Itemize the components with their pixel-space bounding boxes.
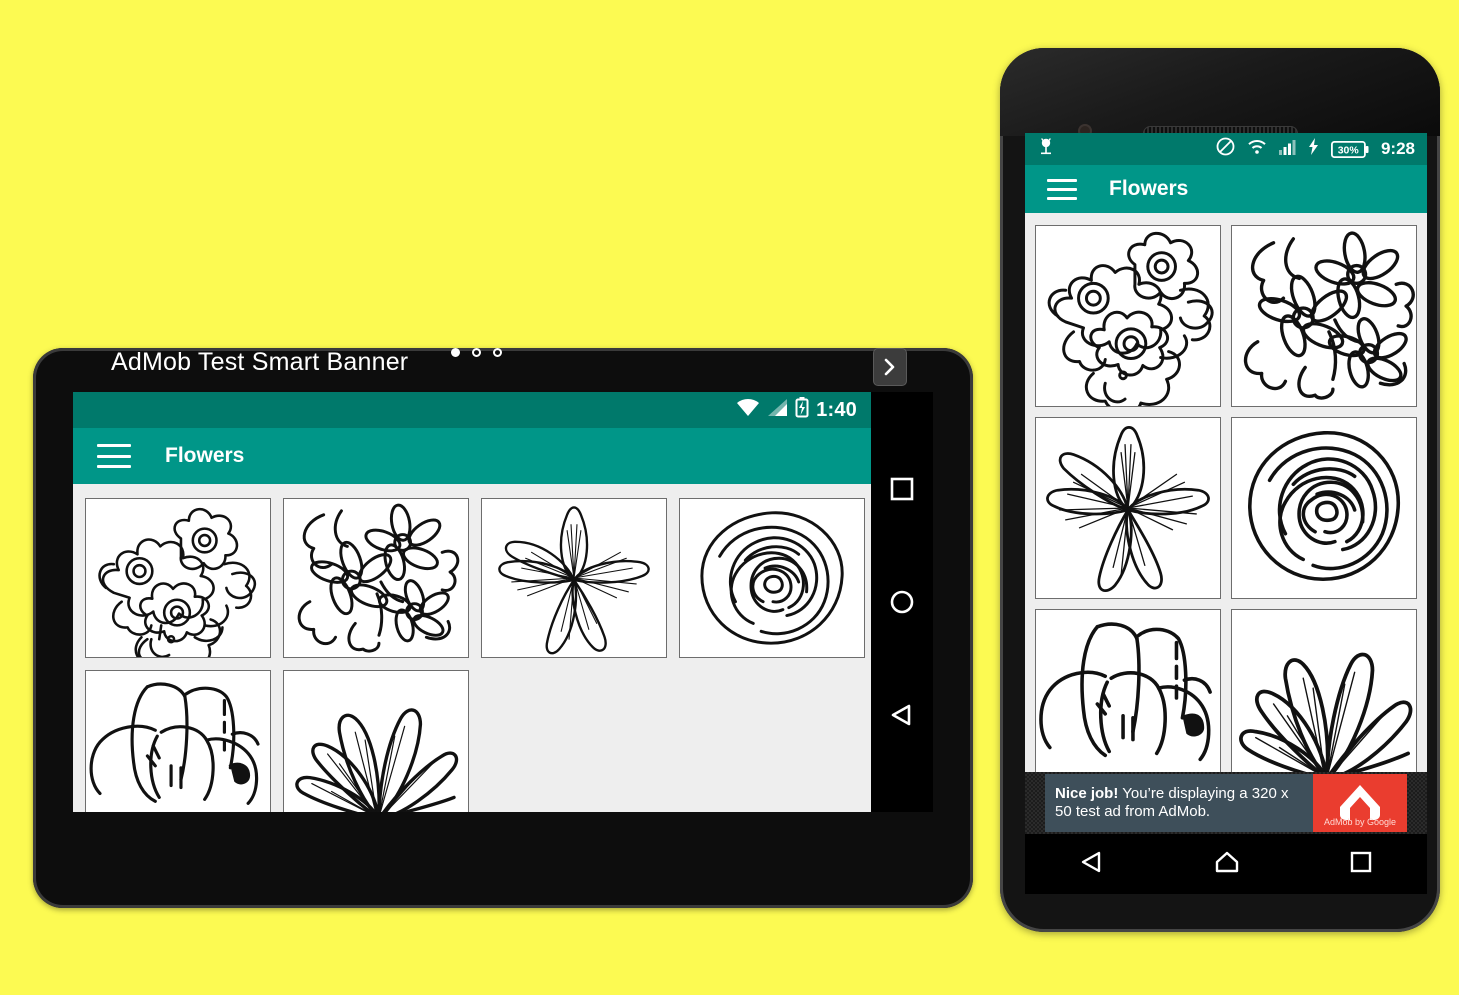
phone-flower-grid [1025, 213, 1427, 791]
recents-square-icon[interactable] [1349, 850, 1373, 879]
signal-icon [767, 398, 788, 422]
hamburger-menu-icon[interactable] [1047, 178, 1077, 200]
battery-icon: 30% [1330, 140, 1369, 158]
phone-device: 30% 9:28 Flowers Nice job! You’re displa… [1000, 48, 1440, 932]
recents-square-icon[interactable] [889, 476, 915, 502]
phone-clock: 9:28 [1380, 139, 1415, 158]
grid-item-rose-spiral[interactable] [1231, 417, 1417, 599]
phone-top-bezel [1000, 48, 1440, 136]
grid-item-tulip-open[interactable] [1035, 609, 1221, 791]
grid-item-daisy-bouquet[interactable] [283, 498, 469, 658]
ad-message: Nice job! You’re displaying a 320 x 50 t… [1045, 774, 1313, 832]
back-triangle-icon[interactable] [889, 702, 915, 728]
grid-item-daffodils-in-vase[interactable] [85, 498, 271, 658]
charging-bolt-icon [1308, 138, 1319, 160]
next-page-button[interactable] [873, 348, 907, 386]
phone-app-bar: Flowers [1025, 165, 1427, 213]
tablet-device: 1:40 Flowers AdMob Test Smart Banner [33, 348, 973, 908]
ad-headline: Nice job! [1055, 784, 1119, 802]
tablet-screen: 1:40 Flowers [73, 392, 871, 812]
tablet-flower-grid [73, 484, 871, 812]
page-indicator-dots [451, 348, 502, 357]
admob-banner-label: AdMob Test Smart Banner [111, 348, 409, 376]
admob-logo-icon: AdMob by Google [1313, 774, 1407, 832]
admob-test-ad-banner[interactable]: Nice job! You’re displaying a 320 x 50 t… [1025, 772, 1427, 834]
do-not-disturb-icon [1216, 137, 1235, 161]
phone-status-bar: 30% 9:28 [1025, 133, 1427, 165]
grid-item-daisy-bouquet[interactable] [1231, 225, 1417, 407]
grid-item-gerbera-daisy[interactable] [1231, 609, 1417, 791]
home-icon[interactable] [1213, 849, 1241, 880]
wifi-icon [1247, 139, 1267, 160]
phone-page-title: Flowers [1109, 177, 1189, 200]
grid-item-rose-spiral[interactable] [679, 498, 865, 658]
page-dot-1[interactable] [451, 348, 460, 357]
grid-item-tulip-open[interactable] [85, 670, 271, 812]
phone-navigation-bar [1025, 834, 1427, 894]
tablet-status-bar: 1:40 [73, 392, 871, 428]
admob-byline: AdMob by Google [1323, 817, 1397, 827]
svg-text:30%: 30% [1338, 144, 1360, 156]
hamburger-menu-icon[interactable] [97, 444, 131, 468]
home-circle-icon[interactable] [889, 589, 915, 615]
phone-screen: 30% 9:28 Flowers [1025, 133, 1427, 833]
page-dot-3[interactable] [493, 348, 502, 357]
grid-item-daffodils-in-vase[interactable] [1035, 225, 1221, 407]
android-debug-icon [1039, 137, 1053, 161]
back-triangle-icon[interactable] [1079, 849, 1105, 880]
tablet-app-bar: Flowers [73, 428, 871, 484]
chevron-right-icon [884, 358, 895, 376]
tablet-navigation-bar [871, 392, 933, 812]
grid-item-plumeria-blossom[interactable] [1035, 417, 1221, 599]
page-dot-2[interactable] [472, 348, 481, 357]
tablet-clock: 1:40 [816, 398, 857, 421]
battery-charging-icon [795, 397, 809, 423]
grid-item-plumeria-blossom[interactable] [481, 498, 667, 658]
tablet-page-title: Flowers [165, 444, 245, 467]
grid-item-gerbera-daisy[interactable] [283, 670, 469, 812]
wifi-icon [736, 398, 760, 422]
signal-icon [1278, 139, 1296, 160]
